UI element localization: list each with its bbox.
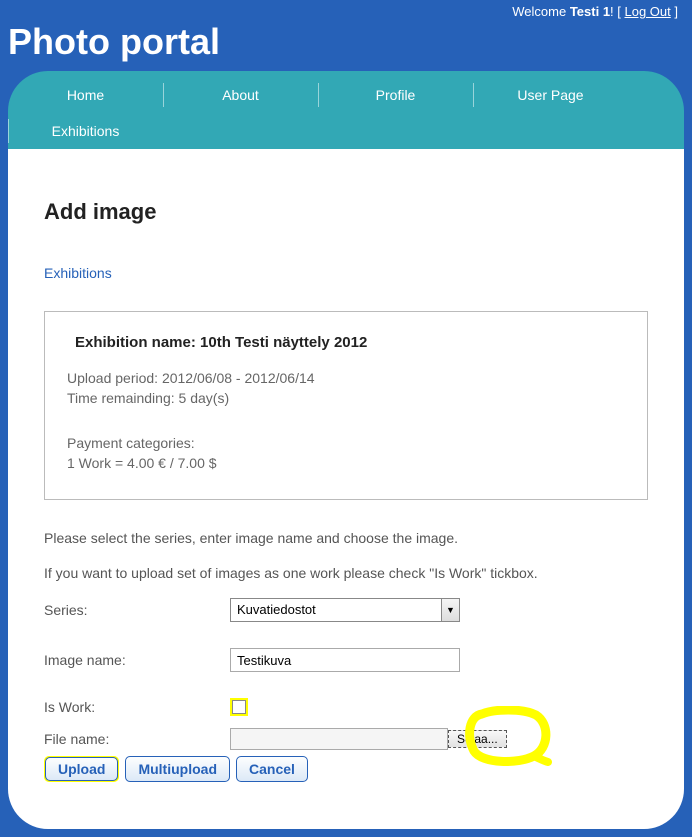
nav-profile[interactable]: Profile xyxy=(318,77,473,113)
upload-period-value: 2012/06/08 - 2012/06/14 xyxy=(162,370,315,386)
instructions-line2: If you want to upload set of images as o… xyxy=(44,563,648,584)
instructions-line1: Please select the series, enter image na… xyxy=(44,528,648,549)
logout-link[interactable]: Log Out xyxy=(625,4,671,19)
upload-button[interactable]: Upload xyxy=(45,757,118,781)
welcome-prefix: Welcome xyxy=(512,4,570,19)
is-work-label: Is Work: xyxy=(44,699,230,715)
upload-highlight: Upload xyxy=(44,756,119,782)
series-select[interactable]: Kuvatiedostot ▼ xyxy=(230,598,460,622)
time-remaining-label: Time remainding: xyxy=(67,390,179,406)
series-label: Series: xyxy=(44,602,230,618)
site-title: Photo portal xyxy=(0,21,692,71)
page-title: Add image xyxy=(44,199,648,225)
welcome-username: Testi 1 xyxy=(570,4,610,19)
image-name-input[interactable] xyxy=(230,648,460,672)
chevron-down-icon[interactable]: ▼ xyxy=(441,599,459,621)
nav-about[interactable]: About xyxy=(163,77,318,113)
is-work-highlight xyxy=(230,698,248,716)
nav-home[interactable]: Home xyxy=(8,77,163,113)
image-name-label: Image name: xyxy=(44,652,230,668)
button-row: Upload Multiupload Cancel xyxy=(44,756,648,782)
multiupload-button[interactable]: Multiupload xyxy=(125,756,230,782)
exhibitions-breadcrumb-link[interactable]: Exhibitions xyxy=(44,265,112,281)
welcome-suffix: ! [ xyxy=(610,4,624,19)
file-name-label: File name: xyxy=(44,731,230,747)
nav-bar: Home About Profile User Page Exhibitions xyxy=(8,71,684,149)
top-bar: Welcome Testi 1! [ Log Out ] xyxy=(0,0,692,21)
payment-categories-label: Payment categories: xyxy=(67,435,195,451)
time-remaining-value: 5 day(s) xyxy=(179,390,230,406)
exhibition-name-value: 10th Testi näyttely 2012 xyxy=(200,334,367,351)
welcome-end: ] xyxy=(671,4,678,19)
nav-exhibitions[interactable]: Exhibitions xyxy=(8,113,163,149)
exhibition-name-label: Exhibition name: xyxy=(75,334,200,351)
file-name-input[interactable] xyxy=(230,728,448,750)
is-work-checkbox[interactable] xyxy=(232,700,246,714)
payment-categories-line: 1 Work = 4.00 € / 7.00 $ xyxy=(67,455,217,471)
cancel-button[interactable]: Cancel xyxy=(236,756,308,782)
series-selected-value: Kuvatiedostot xyxy=(231,599,441,621)
main-content: Add image Exhibitions Exhibition name: 1… xyxy=(8,149,684,829)
exhibition-info-box: Exhibition name: 10th Testi näyttely 201… xyxy=(44,311,648,500)
browse-button[interactable]: Selaa... xyxy=(448,730,507,748)
upload-period-label: Upload period: xyxy=(67,370,162,386)
instructions: Please select the series, enter image na… xyxy=(44,528,648,584)
nav-user-page[interactable]: User Page xyxy=(473,77,628,113)
upload-form: Series: Kuvatiedostot ▼ Image name: Is W… xyxy=(44,598,648,782)
